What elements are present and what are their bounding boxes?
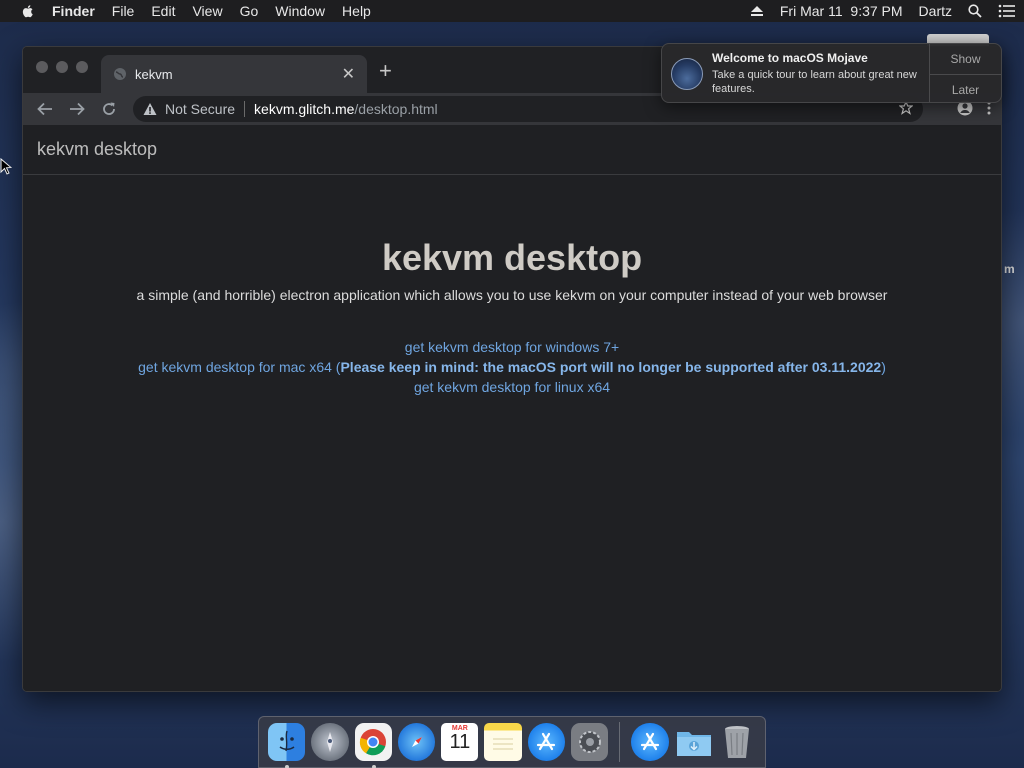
download-mac-link[interactable]: get kekvm desktop for mac x64 [138, 359, 332, 375]
site-header-title[interactable]: kekvm desktop [37, 139, 157, 160]
dock-separator [619, 722, 621, 762]
notification-show-button[interactable]: Show [930, 44, 1001, 74]
trash-icon[interactable] [719, 723, 756, 761]
app-store-icon[interactable] [527, 723, 566, 761]
bookmark-star-icon[interactable] [898, 100, 914, 118]
url-path: /desktop.html [354, 101, 438, 117]
close-tab-icon[interactable]: ✕ [342, 64, 355, 84]
window-zoom-button[interactable] [76, 61, 88, 73]
apple-menu-icon[interactable] [20, 3, 36, 19]
notification-later-button[interactable]: Later [930, 74, 1001, 104]
menu-go[interactable]: Go [240, 0, 259, 22]
globe-icon [113, 67, 127, 81]
tab-title: kekvm [135, 66, 173, 82]
safari-icon[interactable] [397, 723, 436, 761]
launchpad-icon[interactable] [311, 723, 349, 761]
menu-help[interactable]: Help [342, 0, 371, 22]
welcome-notification[interactable]: Welcome to macOS Mojave Take a quick tou… [661, 43, 1002, 103]
download-windows-link[interactable]: get kekvm desktop for windows 7+ [405, 339, 619, 355]
web-page-content: kekvm desktop kekvm desktop a simple (an… [23, 125, 1001, 691]
url-host: kekvm.glitch.me [254, 101, 355, 117]
download-linux-link[interactable]: get kekvm desktop for linux x64 [414, 379, 610, 395]
notification-center-icon[interactable] [998, 4, 1016, 18]
security-label[interactable]: Not Secure [165, 101, 235, 117]
menu-window[interactable]: Window [275, 0, 325, 22]
address-divider [244, 101, 246, 117]
notification-title: Welcome to macOS Mojave [712, 51, 868, 65]
page-header: kekvm desktop [23, 125, 1001, 175]
browser-window: kekvm ✕ + Not Secure kekvm.glitch.me/des… [22, 46, 1002, 692]
desktop-label-fragment: m [1004, 262, 1015, 276]
calendar-day: 11 [449, 731, 471, 753]
hero-title: kekvm desktop [381, 237, 643, 278]
paren-close: ) [881, 359, 886, 375]
finder-icon[interactable] [268, 723, 306, 768]
browser-tab-kekvm[interactable]: kekvm ✕ [101, 55, 367, 93]
download-links: get kekvm desktop for windows 7+ get kek… [23, 337, 1001, 397]
notification-actions: Show Later [929, 44, 1001, 102]
menu-view[interactable]: View [192, 0, 222, 22]
tagline: a simple (and horrible) electron applica… [136, 287, 888, 303]
notification-body: Take a quick tour to learn about great n… [712, 69, 917, 95]
menubar-clock[interactable]: Fri Mar 11 9:37 PM [780, 3, 903, 19]
reload-icon[interactable] [93, 95, 125, 123]
downloads-folder-icon[interactable] [675, 723, 713, 761]
eject-icon[interactable] [750, 5, 764, 17]
spotlight-search-icon[interactable] [968, 4, 982, 18]
dock: MAR 11 [258, 716, 766, 768]
macos-mojave-icon [671, 58, 703, 90]
window-minimize-button[interactable] [56, 61, 68, 73]
notes-icon[interactable] [484, 723, 522, 761]
chrome-icon[interactable] [354, 723, 392, 768]
warning-icon [143, 102, 157, 116]
mac-support-notice: Please keep in mind: the macOS port will… [340, 359, 882, 375]
mouse-cursor-icon [0, 158, 12, 175]
system-preferences-icon[interactable] [571, 723, 609, 761]
menubar-user[interactable]: Dartz [919, 3, 952, 19]
menu-file[interactable]: File [112, 0, 135, 22]
menu-edit[interactable]: Edit [151, 0, 175, 22]
forward-icon[interactable] [61, 95, 93, 123]
back-icon[interactable] [29, 95, 61, 123]
calendar-icon[interactable]: MAR 11 [441, 723, 479, 761]
menu-app-finder[interactable]: Finder [52, 0, 95, 22]
menu-bar: Finder File Edit View Go Window Help Fri… [0, 0, 1024, 22]
window-close-button[interactable] [36, 61, 48, 73]
new-tab-icon[interactable]: + [379, 60, 392, 82]
app-store-icon[interactable] [631, 723, 669, 761]
